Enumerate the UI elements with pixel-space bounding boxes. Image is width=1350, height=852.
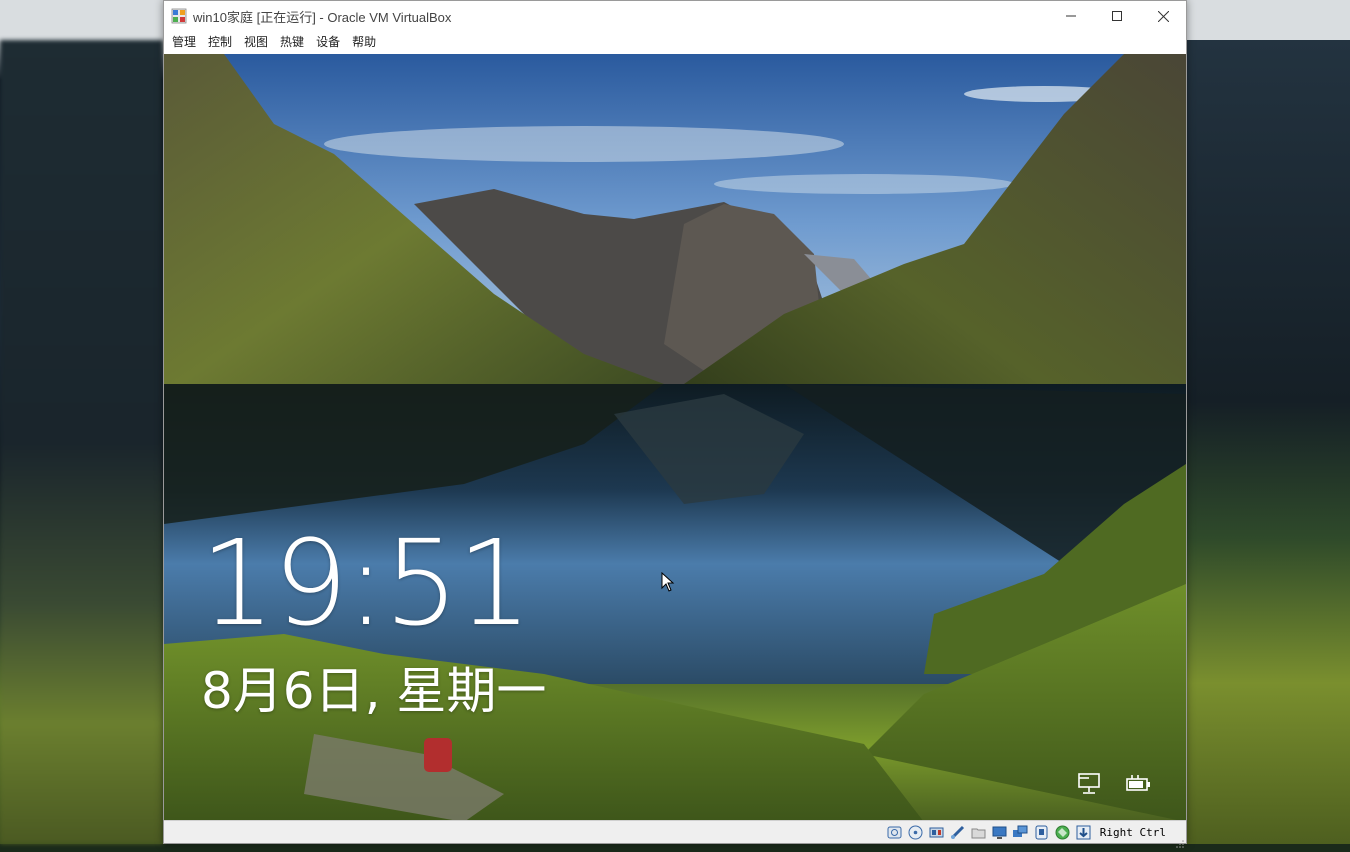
minimize-button[interactable] bbox=[1048, 1, 1094, 31]
audio-icon[interactable] bbox=[928, 824, 945, 841]
cpu-icon[interactable] bbox=[1054, 824, 1071, 841]
virtualbox-app-icon[interactable] bbox=[171, 8, 187, 24]
virtualbox-window: win10家庭 [正在运行] - Oracle VM VirtualBox 管理… bbox=[163, 0, 1187, 848]
close-icon bbox=[1157, 10, 1169, 22]
close-button[interactable] bbox=[1140, 1, 1186, 31]
blurred-desktop-right bbox=[1187, 40, 1350, 844]
lock-screen-date: 8月6日, 星期一 bbox=[201, 662, 547, 720]
hard-disk-icon[interactable] bbox=[886, 824, 903, 841]
window-title: win10家庭 [正在运行] - Oracle VM VirtualBox bbox=[193, 9, 452, 25]
blurred-desktop-left bbox=[0, 40, 163, 844]
power-options-icon[interactable] bbox=[1124, 772, 1152, 796]
resize-grip-icon[interactable] bbox=[1176, 833, 1184, 848]
mouse-pointer-icon bbox=[661, 571, 675, 596]
menu-bar: 管理 控制 视图 热键 设备 帮助 bbox=[164, 31, 1186, 54]
lock-screen-time: 19:51 bbox=[200, 514, 532, 652]
recording-icon[interactable] bbox=[1033, 824, 1050, 841]
minimize-icon bbox=[1066, 15, 1076, 17]
usb-icon[interactable] bbox=[949, 824, 966, 841]
maximize-icon bbox=[1112, 11, 1122, 21]
shared-folder-icon[interactable] bbox=[970, 824, 987, 841]
menu-machine[interactable]: 管理 bbox=[166, 31, 202, 54]
status-bar: Right Ctrl bbox=[164, 820, 1186, 848]
menu-hotkeys[interactable]: 热键 bbox=[274, 31, 310, 54]
vm-display[interactable]: 19:51 8月6日, 星期一 bbox=[164, 54, 1186, 822]
mouse-integration-icon[interactable] bbox=[1075, 824, 1092, 841]
network-status-icon[interactable] bbox=[1076, 772, 1104, 796]
menu-control[interactable]: 控制 bbox=[202, 31, 238, 54]
optical-disk-icon[interactable] bbox=[907, 824, 924, 841]
menu-help[interactable]: 帮助 bbox=[346, 31, 382, 54]
network-icon[interactable] bbox=[1012, 824, 1029, 841]
title-bar[interactable]: win10家庭 [正在运行] - Oracle VM VirtualBox bbox=[164, 1, 1186, 31]
display-icon[interactable] bbox=[991, 824, 1008, 841]
host-key-label: Right Ctrl bbox=[1099, 825, 1166, 839]
menu-view[interactable]: 视图 bbox=[238, 31, 274, 54]
menu-devices[interactable]: 设备 bbox=[310, 31, 346, 54]
maximize-button[interactable] bbox=[1094, 1, 1140, 31]
